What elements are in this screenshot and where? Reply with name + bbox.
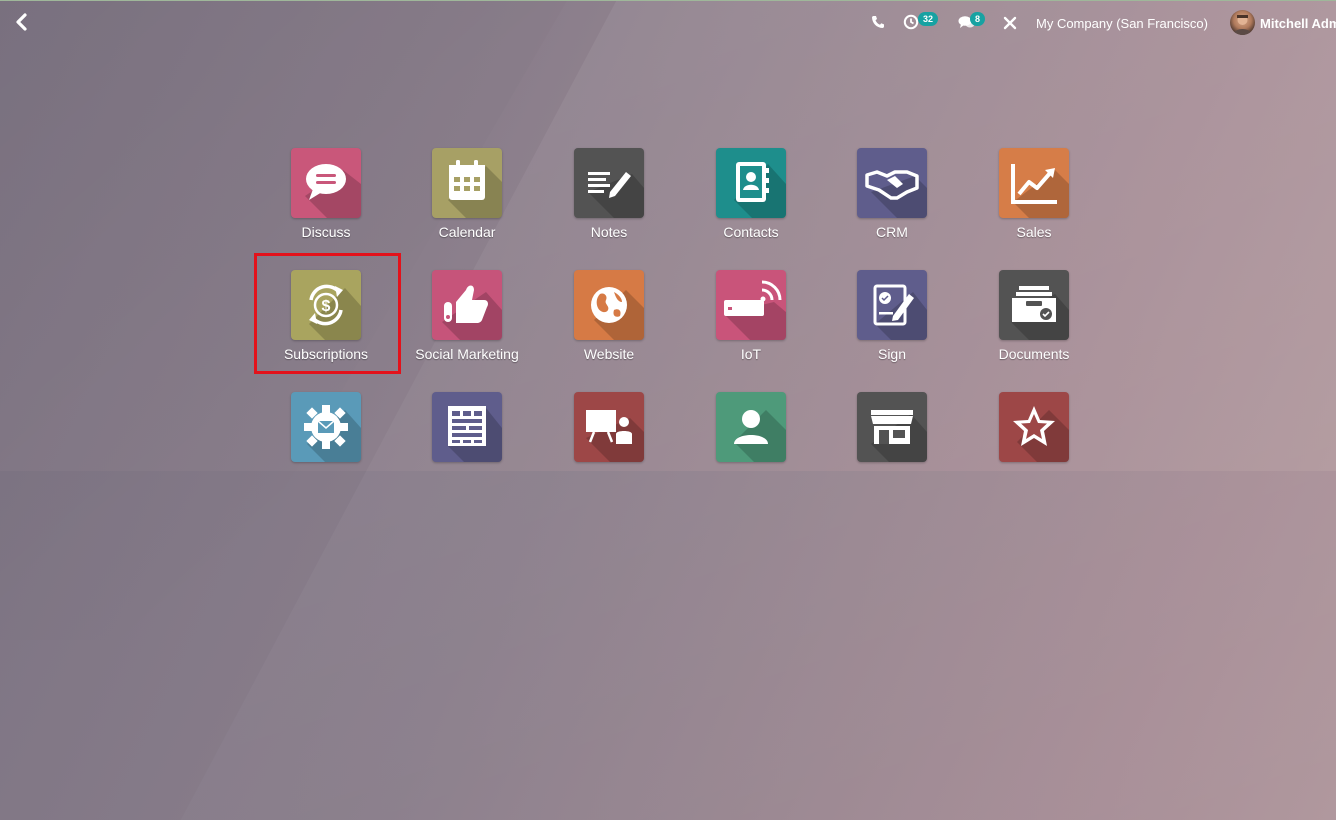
app-tile[interactable] <box>716 148 786 218</box>
app-documents[interactable]: Documents <box>964 270 1104 380</box>
app-tile[interactable] <box>291 148 361 218</box>
iot-signal-icon <box>724 280 786 340</box>
app-tile[interactable] <box>716 270 786 340</box>
app-crm[interactable]: CRM <box>822 148 962 258</box>
app-calendar[interactable]: Calendar <box>397 148 537 258</box>
inbox-box-icon <box>1011 286 1069 340</box>
app-tile[interactable] <box>716 392 786 462</box>
company-switcher[interactable]: My Company (San Francisco) <box>1036 16 1208 31</box>
globe-icon <box>591 287 644 340</box>
thumbs-up-icon <box>442 285 502 340</box>
presentation-icon <box>586 410 644 462</box>
notes-icon <box>588 172 644 218</box>
address-book-icon <box>734 162 786 218</box>
sign-document-icon <box>873 284 927 340</box>
app-tile[interactable] <box>857 148 927 218</box>
top-navbar: 32 8 My Company (San Francisco) Mitchell… <box>0 0 1336 46</box>
app-discuss[interactable]: Discuss <box>256 148 396 258</box>
app-tile[interactable] <box>574 148 644 218</box>
messages-count-badge: 8 <box>970 12 986 26</box>
clock-icon[interactable] <box>903 14 919 35</box>
gear-mail-icon <box>304 405 361 462</box>
app-label: Calendar <box>438 224 496 240</box>
activity-count-badge: 32 <box>918 12 939 26</box>
shop-icon <box>871 410 927 462</box>
app-tile[interactable] <box>857 392 927 462</box>
app-iot[interactable]: IoT <box>681 270 821 380</box>
app-tile[interactable] <box>999 270 1069 340</box>
app-tile-row3-2[interactable] <box>397 392 537 502</box>
app-label: Contacts <box>723 224 779 240</box>
app-tile[interactable] <box>432 392 502 462</box>
app-tile[interactable] <box>574 392 644 462</box>
app-notes[interactable]: Notes <box>539 148 679 258</box>
highlight-box <box>254 253 401 374</box>
chevron-left-icon[interactable] <box>12 12 32 32</box>
app-sign[interactable]: Sign <box>822 270 962 380</box>
app-tile-row3-1[interactable] <box>256 392 396 502</box>
app-label: IoT <box>740 346 762 362</box>
tools-icon[interactable] <box>1003 16 1017 35</box>
app-website[interactable]: Website <box>539 270 679 380</box>
app-label: Social Marketing <box>415 346 519 362</box>
phone-icon[interactable] <box>871 15 885 34</box>
calendar-icon <box>448 160 502 218</box>
app-label: Discuss <box>301 224 351 240</box>
star-icon <box>1013 406 1069 462</box>
avatar[interactable] <box>1230 10 1255 35</box>
app-tile[interactable] <box>432 270 502 340</box>
app-sales[interactable]: Sales <box>964 148 1104 258</box>
app-tile[interactable] <box>291 392 361 462</box>
app-tile-row3-5[interactable] <box>822 392 962 502</box>
app-label: Website <box>583 346 635 362</box>
app-contacts[interactable]: Contacts <box>681 148 821 258</box>
chat-icon <box>305 164 361 218</box>
app-label: Notes <box>590 224 628 240</box>
app-label: Sales <box>1016 224 1052 240</box>
app-tile-row3-6[interactable] <box>964 392 1104 502</box>
app-label: CRM <box>876 224 908 240</box>
app-label: Sign <box>877 346 907 362</box>
person-icon <box>734 410 786 462</box>
app-tile-row3-3[interactable] <box>539 392 679 502</box>
app-tile[interactable] <box>574 270 644 340</box>
app-tile-row3-4[interactable] <box>681 392 821 502</box>
app-tile[interactable] <box>999 148 1069 218</box>
handshake-icon <box>865 170 927 218</box>
app-label: Documents <box>998 346 1070 362</box>
trend-chart-icon <box>1011 164 1069 218</box>
app-tile[interactable] <box>857 270 927 340</box>
app-tile[interactable] <box>999 392 1069 462</box>
spreadsheet-icon <box>448 406 502 462</box>
user-menu[interactable]: Mitchell Admin <box>1260 16 1336 31</box>
app-tile[interactable] <box>432 148 502 218</box>
app-social-marketing[interactable]: Social Marketing <box>397 270 537 380</box>
